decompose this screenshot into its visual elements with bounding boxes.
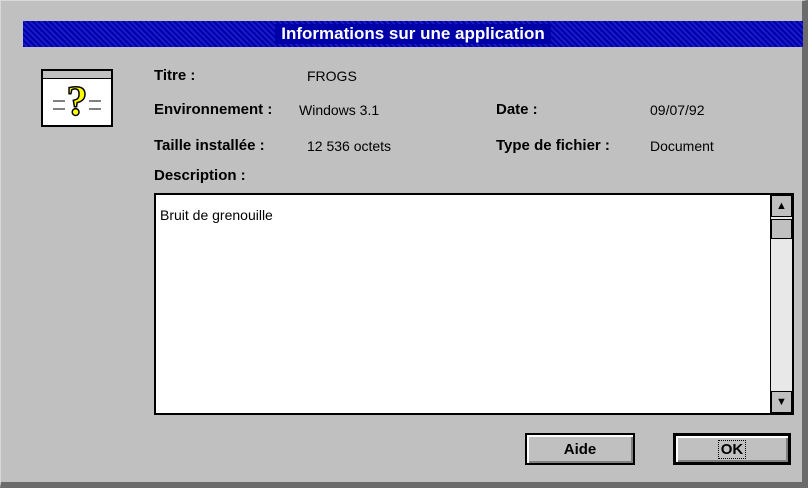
dialog-title: Informations sur une application bbox=[275, 24, 551, 44]
arrow-up-icon[interactable]: ▲ bbox=[771, 195, 792, 217]
ok-button[interactable]: OK bbox=[673, 433, 791, 465]
environment-value: Windows 3.1 bbox=[299, 102, 380, 118]
svg-text:?: ? bbox=[67, 79, 88, 125]
file-type-label: Type de fichier : bbox=[496, 137, 610, 154]
help-button[interactable]: Aide bbox=[525, 433, 635, 465]
date-value: 09/07/92 bbox=[650, 102, 705, 118]
description-text: Bruit de grenouille bbox=[160, 207, 273, 223]
file-type-value: Document bbox=[650, 138, 714, 154]
installed-size-label: Taille installée : bbox=[154, 137, 265, 154]
description-scrollbar[interactable]: ▲ ▼ bbox=[770, 195, 792, 413]
date-label: Date : bbox=[496, 101, 538, 118]
app-info-dialog: Informations sur une application ? Titre… bbox=[0, 0, 808, 488]
environment-label: Environnement : bbox=[154, 101, 273, 118]
description-textarea[interactable]: Bruit de grenouille ▲ ▼ bbox=[154, 193, 794, 415]
scrollbar-thumb[interactable] bbox=[771, 219, 792, 239]
description-label: Description : bbox=[154, 167, 246, 184]
ok-button-label: OK bbox=[717, 439, 747, 459]
dialog-titlebar[interactable]: Informations sur une application bbox=[23, 21, 803, 47]
help-button-label: Aide bbox=[563, 440, 597, 458]
installed-size-value: 12 536 octets bbox=[307, 138, 392, 154]
question-mark-document-icon: ? bbox=[41, 69, 113, 127]
titre-value: FROGS bbox=[307, 68, 357, 84]
titre-label: Titre : bbox=[154, 67, 196, 84]
arrow-down-icon[interactable]: ▼ bbox=[771, 391, 792, 413]
